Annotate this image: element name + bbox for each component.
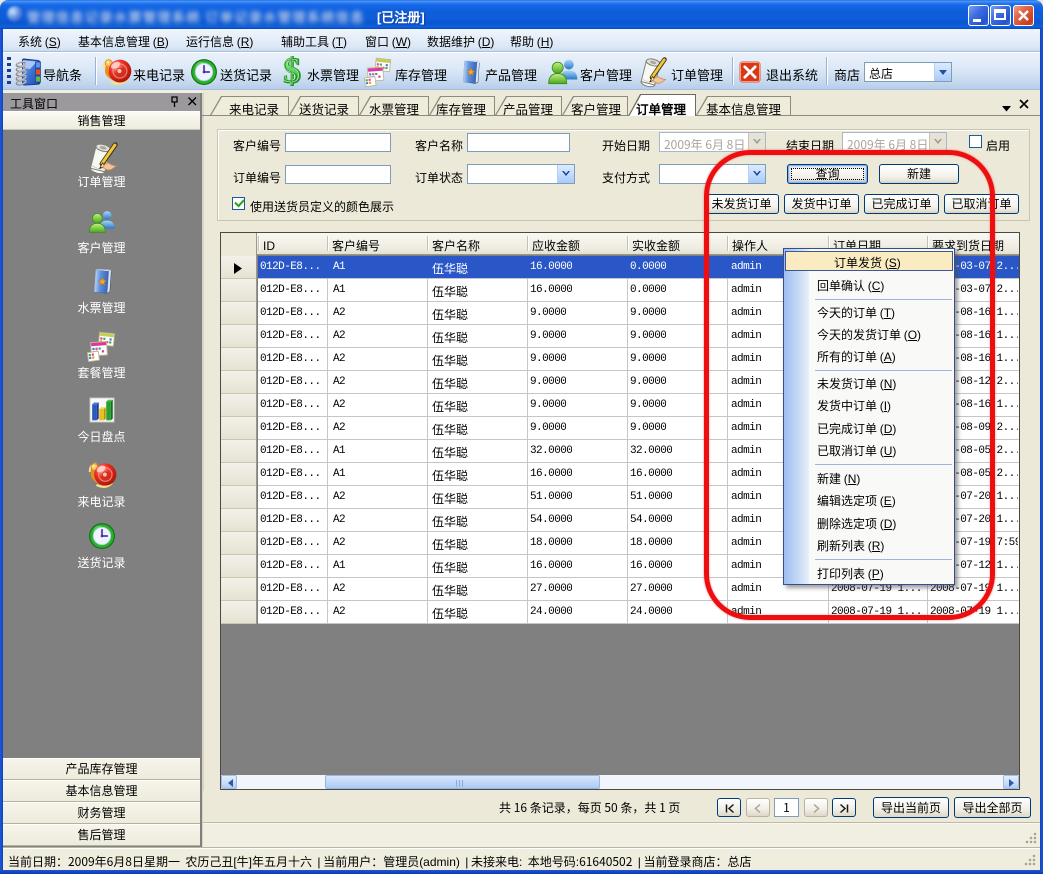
svg-text:$: $: [283, 56, 300, 86]
